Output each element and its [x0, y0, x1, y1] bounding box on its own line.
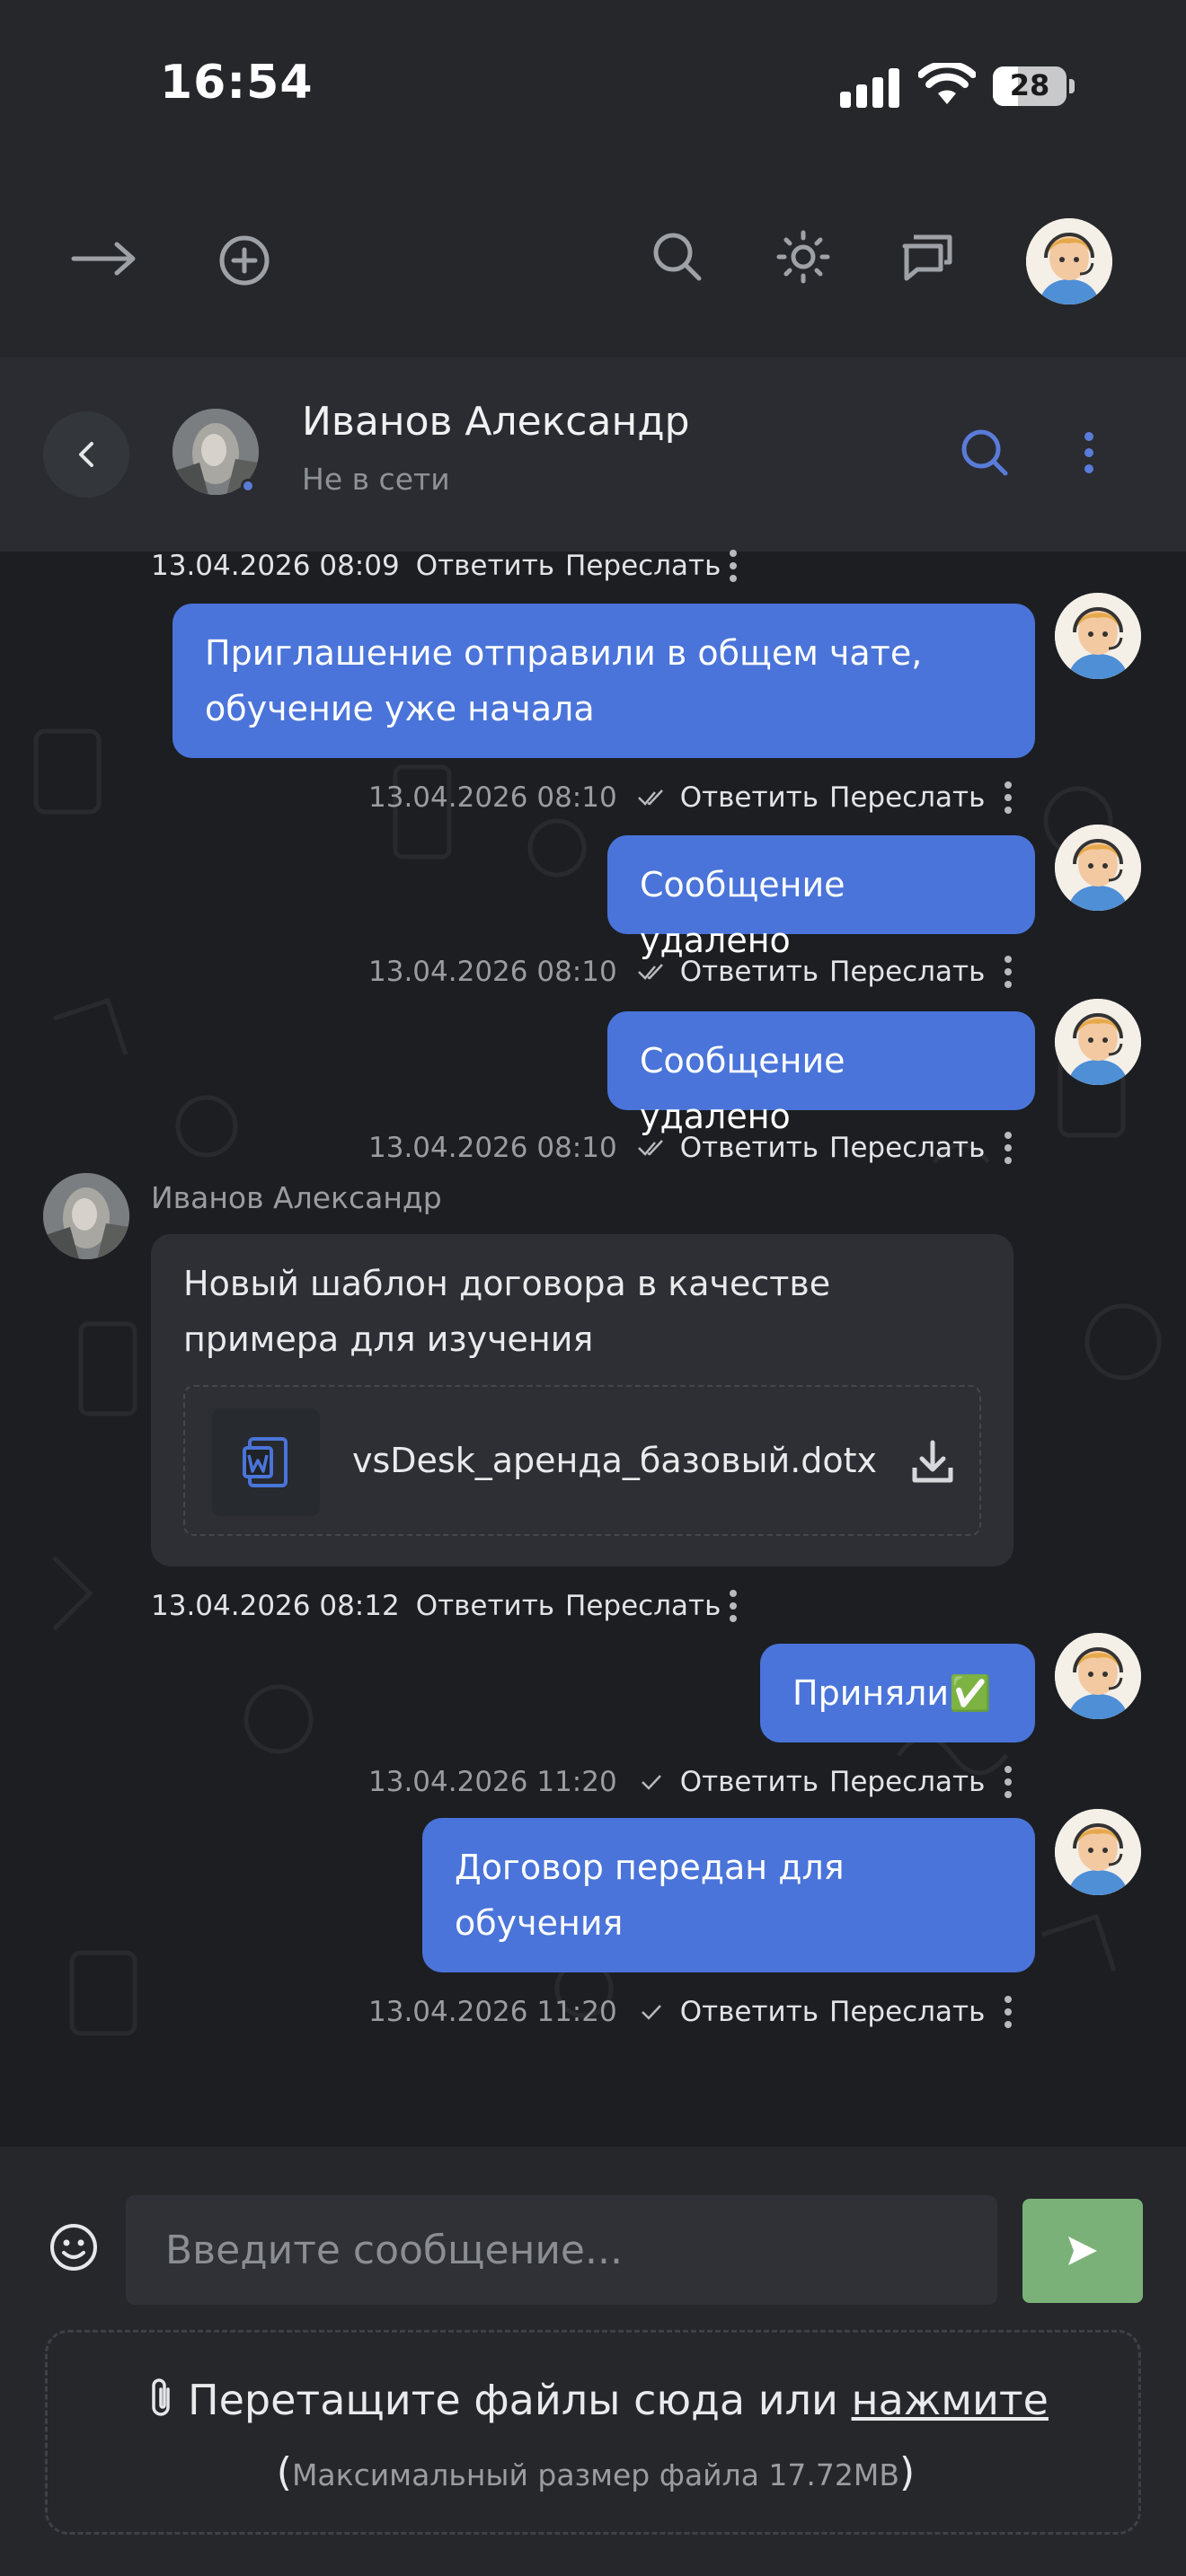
message-input[interactable]	[126, 2195, 997, 2305]
arrow-right-icon[interactable]	[68, 223, 140, 295]
reply-button[interactable]: Ответить	[416, 1590, 554, 1622]
message-text-line: Приглашение отправили в общем чате,	[205, 633, 923, 673]
forward-button[interactable]: Переслать	[565, 550, 721, 582]
send-icon	[1068, 2236, 1097, 2265]
paren-close: )	[899, 2449, 916, 2495]
sender-name: Иванов Александр	[151, 1180, 442, 1215]
brightness-icon[interactable]	[767, 221, 839, 293]
check-icon	[641, 2005, 661, 2020]
contact-status: Не в сети	[302, 462, 450, 497]
message-timestamp: 13.04.2026 11:20	[368, 1766, 617, 1798]
battery-indicator: 28	[993, 66, 1075, 106]
forward-button[interactable]: Переслать	[565, 1590, 721, 1622]
presence-dot	[241, 479, 255, 493]
back-button[interactable]	[43, 411, 129, 498]
message-text-line: примера для изучения	[183, 1319, 594, 1359]
send-button[interactable]	[1022, 2199, 1143, 2303]
message-meta: 13.04.2026 08:10 Ответить Переслать	[368, 778, 985, 817]
message-menu-icon[interactable]	[728, 546, 739, 586]
dropzone-label: Перетащите файлы сюда или	[188, 2376, 852, 2424]
forward-button[interactable]: Переслать	[829, 781, 985, 814]
message-meta: 13.04.2026 11:20 Ответить Переслать	[368, 1762, 985, 1802]
paren-open: (	[276, 2449, 292, 2495]
double-check-icon	[637, 964, 663, 980]
top-toolbar	[0, 171, 1186, 357]
wifi-icon	[918, 63, 976, 104]
message-meta: 13.04.2026 08:10 Ответить Переслать	[368, 952, 985, 992]
cellular-signal-icon	[840, 66, 903, 108]
forward-button[interactable]: Переслать	[829, 1766, 985, 1798]
reply-button[interactable]: Ответить	[680, 1132, 819, 1164]
download-icon[interactable]	[904, 1434, 961, 1491]
word-document-icon	[212, 1408, 320, 1516]
dropzone-text: Перетащите файлы сюда или нажмите	[48, 2376, 1144, 2424]
message-menu-icon[interactable]	[1003, 1762, 1013, 1802]
sender-avatar	[1055, 1809, 1141, 1895]
paperclip-icon	[152, 2378, 170, 2416]
reply-button[interactable]: Ответить	[680, 1766, 819, 1798]
message-text-line: обучение уже начала	[205, 689, 595, 728]
message-menu-icon[interactable]	[1003, 778, 1013, 817]
outgoing-message[interactable]: Приняли✅	[760, 1644, 1035, 1742]
max-file-size: (Максимальный размер файла 17.72MB)	[48, 2449, 1144, 2495]
status-time: 16:54	[160, 56, 314, 110]
message-timestamp: 13.04.2026 08:09	[151, 550, 400, 582]
sender-avatar	[1055, 1633, 1141, 1719]
message-meta: 13.04.2026 11:20 Ответить Переслать	[368, 1992, 985, 2032]
outgoing-message[interactable]: Сообщение удалено	[607, 1011, 1035, 1136]
reply-button[interactable]: Ответить	[680, 1996, 819, 2028]
incoming-message[interactable]: Новый шаблон договора в качестве примера…	[151, 1234, 1013, 1566]
message-menu-icon[interactable]	[1003, 1992, 1013, 2032]
max-file-size-text: Максимальный размер файла 17.72MB	[291, 2457, 900, 2492]
sender-avatar	[1055, 999, 1141, 1085]
user-avatar[interactable]	[1026, 218, 1112, 304]
message-text: Новый шаблон договора в качестве примера…	[183, 1256, 830, 1367]
chevron-left-icon	[79, 442, 93, 467]
file-attachment[interactable]: vsDesk_аренда_базовый.dotx	[183, 1385, 981, 1536]
message-timestamp: 13.04.2026 08:12	[151, 1590, 400, 1622]
message-text: Приняли✅	[792, 1673, 992, 1713]
reply-button[interactable]: Ответить	[680, 781, 819, 814]
sender-avatar	[43, 1173, 129, 1259]
message-menu-icon[interactable]	[1003, 952, 1013, 992]
file-name: vsDesk_аренда_базовый.dotx	[352, 1441, 878, 1480]
message-timestamp: 13.04.2026 11:20	[368, 1996, 617, 2028]
message-meta: 13.04.2026 08:12 Ответить Переслать	[151, 1586, 721, 1626]
search-icon[interactable]	[642, 221, 713, 293]
sender-avatar	[1055, 593, 1141, 679]
forward-button[interactable]: Переслать	[829, 956, 985, 988]
message-text-line: обучения	[455, 1903, 624, 1943]
forward-button[interactable]: Переслать	[829, 1996, 985, 2028]
forward-button[interactable]: Переслать	[829, 1132, 985, 1164]
sender-avatar	[1055, 825, 1141, 911]
outgoing-message[interactable]: Сообщение удалено	[607, 835, 1035, 960]
chat-bubbles-icon[interactable]	[891, 221, 963, 293]
reply-button[interactable]: Ответить	[680, 956, 819, 988]
message-meta: 13.04.2026 08:09 Ответить Переслать	[151, 546, 721, 586]
outgoing-message[interactable]: Приглашение отправили в общем чате, обуч…	[173, 604, 1035, 758]
outgoing-message[interactable]: Договор передан для обучения	[422, 1818, 1035, 1972]
emoji-icon[interactable]	[45, 2219, 102, 2276]
message-meta: 13.04.2026 08:10 Ответить Переслать	[368, 1128, 985, 1168]
more-vertical-icon[interactable]	[1053, 417, 1125, 489]
dropzone-browse-link[interactable]: нажмите	[852, 2376, 1049, 2424]
status-bar: 16:54 28	[0, 0, 1186, 171]
reply-button[interactable]: Ответить	[416, 550, 554, 582]
message-text-line: Новый шаблон договора в качестве	[183, 1264, 831, 1303]
message-text-line: Договор передан для	[455, 1848, 845, 1887]
message-timestamp: 13.04.2026 08:10	[368, 956, 617, 988]
plus-circle-icon[interactable]	[208, 225, 280, 296]
double-check-icon	[637, 790, 663, 806]
message-menu-icon[interactable]	[728, 1586, 739, 1626]
file-dropzone[interactable]: Перетащите файлы сюда или нажмите (Макси…	[45, 2330, 1141, 2535]
message-menu-icon[interactable]	[1003, 1128, 1013, 1168]
message-timestamp: 13.04.2026 08:10	[368, 781, 617, 814]
check-icon	[641, 1775, 661, 1790]
double-check-icon	[637, 1140, 663, 1156]
chat-search-icon[interactable]	[949, 417, 1021, 489]
message-timestamp: 13.04.2026 08:10	[368, 1132, 617, 1164]
contact-name: Иванов Александр	[302, 399, 690, 445]
battery-level: 28	[1009, 68, 1050, 102]
